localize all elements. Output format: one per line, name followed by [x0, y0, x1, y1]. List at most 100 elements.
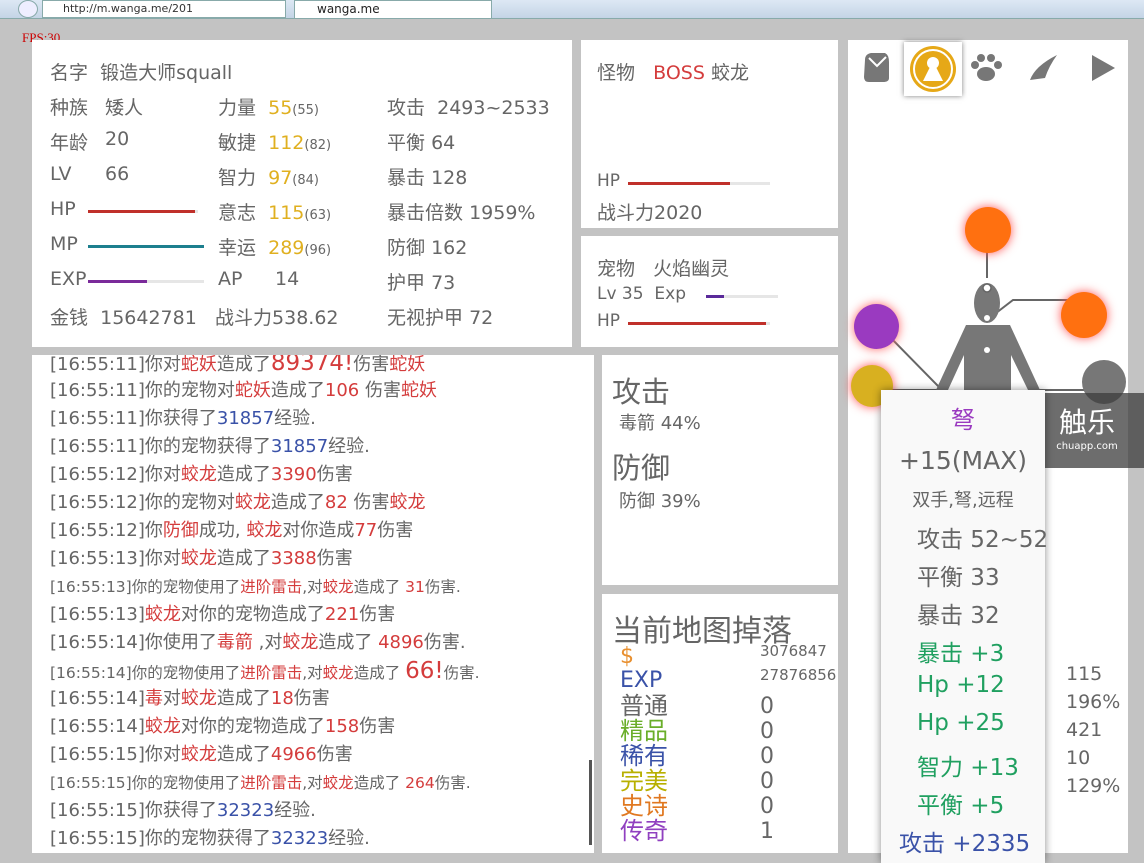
log-segment: 造成了: [216, 688, 271, 709]
ignore-armor-value: 72: [469, 307, 494, 329]
log-segment: [16:55:15]你获得了: [50, 800, 217, 821]
log-segment: [16:55:11]你获得了: [50, 408, 217, 429]
drop-rarity-label: 传奇: [620, 817, 668, 845]
pet-label: 宠物: [597, 258, 636, 280]
forward-icon[interactable]: [18, 0, 38, 18]
log-segment: 造成了: [318, 632, 379, 653]
def-label: 防御: [387, 237, 426, 259]
log-segment: 经验.: [274, 408, 316, 429]
ap-label: AP: [218, 268, 243, 290]
log-segment: 4966: [270, 744, 317, 765]
pet-paw-icon[interactable]: [966, 48, 1006, 88]
item-type: 双手,弩,远程: [912, 490, 1014, 511]
log-segment: 82: [324, 492, 354, 513]
monster-label: 怪物: [597, 62, 636, 84]
armor-label: 护甲: [387, 272, 426, 294]
log-segment: 伤害: [359, 604, 396, 625]
log-line: [16:55:13]蛟龙对你的宠物造成了221伤害: [50, 601, 594, 629]
log-segment: ,对: [252, 632, 283, 653]
power-value: 538.62: [272, 307, 339, 329]
log-segment: 31: [405, 578, 425, 596]
log-scrollbar[interactable]: [589, 760, 592, 845]
item-bonus-stat: Hp +25: [917, 710, 1005, 736]
log-segment: [16:55:14]你使用了: [50, 632, 217, 653]
log-segment: 伤害.: [423, 632, 466, 653]
log-segment: 经验.: [274, 800, 316, 821]
equipment-stat: 115: [1066, 663, 1103, 685]
log-segment: 3390: [270, 464, 317, 485]
attack-skill[interactable]: 毒箭 44%: [619, 409, 701, 435]
log-segment: 对你的宠物造成了: [180, 604, 325, 625]
log-segment: [16:55:14]: [50, 716, 145, 737]
log-line: [16:55:14]毒对蛟龙造成了18伤害: [50, 685, 594, 713]
log-segment: [16:55:12]你对: [50, 464, 181, 485]
play-icon[interactable]: [1082, 48, 1122, 88]
ring-slot-orb[interactable]: [854, 304, 899, 349]
log-segment: 造成了: [353, 578, 406, 596]
log-segment: 蛟龙: [144, 716, 181, 737]
int-value: 97: [268, 167, 293, 189]
log-segment: 89374!: [270, 355, 354, 376]
defense-skill[interactable]: 防御 39%: [619, 487, 701, 513]
drops-exp-label: EXP: [620, 668, 663, 693]
log-line: [16:55:13]你对蛟龙造成了3388伤害: [50, 545, 594, 573]
log-segment: 18: [270, 688, 294, 709]
log-segment: [16:55:15]你对: [50, 744, 181, 765]
log-segment: 3388: [270, 548, 317, 569]
ap-value: 14: [275, 268, 300, 290]
log-line: [16:55:13]你的宠物使用了进阶雷击,对蛟龙造成了 31伤害.: [50, 573, 594, 601]
log-segment: ,对: [302, 578, 323, 596]
drop-rarity-label: 稀有: [620, 742, 668, 770]
log-segment: 进阶雷击: [240, 578, 303, 596]
address-bar[interactable]: http://m.wanga.me/201: [42, 0, 286, 18]
log-segment: 蛟龙: [322, 774, 354, 792]
armor-value: 73: [431, 272, 456, 294]
log-segment: 伤害.: [424, 578, 461, 596]
log-segment: [16:55:14]: [50, 688, 145, 709]
mp-bar: [88, 245, 204, 248]
log-segment: 进阶雷击: [240, 664, 303, 682]
character-tab-icon[interactable]: [904, 42, 962, 96]
wil-label: 意志: [218, 202, 257, 224]
log-line: [16:55:11]你的宠物对蛇妖造成了106 伤害蛇妖: [50, 377, 594, 405]
log-segment: 成功,: [198, 520, 247, 541]
log-line: [16:55:14]蛟龙对你的宠物造成了158伤害: [50, 713, 594, 741]
log-segment: 蛟龙: [234, 492, 271, 513]
log-segment: 蛟龙: [322, 664, 354, 682]
combat-log[interactable]: [16:55:11]你对蛇妖造成了89374!伤害蛇妖 [16:55:11]你的宠…: [32, 355, 594, 853]
wil-value: 115: [268, 202, 305, 224]
luk-base: (96): [304, 243, 332, 258]
skill-claw-icon[interactable]: [1024, 48, 1064, 88]
log-segment: 伤害: [359, 716, 396, 737]
equipment-stat: 10: [1066, 747, 1091, 769]
skills-panel: 攻击 毒箭 44% 防御 防御 39%: [602, 355, 838, 585]
log-segment: 蛇妖: [400, 380, 437, 401]
log-segment: 伤害.: [443, 664, 480, 682]
item-base-stat: 平衡 33: [917, 565, 1000, 591]
ignore-armor-label: 无视护甲: [387, 307, 464, 329]
defense-skill-title: 防御: [612, 451, 671, 485]
weapon-slot-orb[interactable]: [965, 207, 1011, 253]
log-segment: [16:55:12]你的宠物对: [50, 492, 235, 513]
log-segment: 毒箭: [216, 632, 253, 653]
log-segment: 4896: [378, 632, 424, 653]
drop-rarity-count: 1: [760, 819, 774, 844]
log-segment: 蛇妖: [389, 355, 426, 375]
browser-toolbar: http://m.wanga.me/201 wanga.me: [0, 0, 1144, 19]
atk-value: 2493~2533: [437, 97, 550, 119]
drop-rarity-label: 史诗: [620, 792, 668, 820]
log-segment: 264: [405, 774, 435, 792]
log-segment: 32323: [270, 828, 329, 849]
browser-tab[interactable]: wanga.me: [294, 0, 492, 19]
mp-label: MP: [50, 233, 78, 255]
log-segment: 进阶雷击: [240, 774, 303, 792]
hp-label: HP: [50, 198, 76, 220]
bag-icon[interactable]: [856, 47, 896, 87]
necklace-slot-orb[interactable]: [1061, 292, 1107, 338]
item-bonus-stat: 智力 +13: [917, 755, 1019, 781]
pet-panel: 宠物 火焰幽灵 Lv 35 Exp HP: [581, 236, 838, 347]
item-base-stat: 攻击 52~52: [917, 527, 1049, 553]
str-label: 力量: [218, 97, 257, 119]
log-segment: 对你造成: [282, 520, 355, 541]
crit-label: 暴击: [387, 167, 426, 189]
